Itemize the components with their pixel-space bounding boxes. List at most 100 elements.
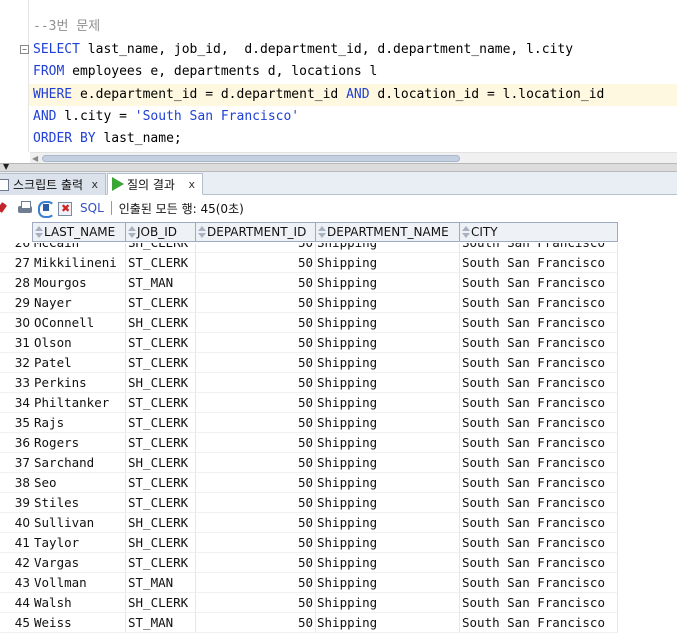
cell-job-id[interactable]: ST_CLERK xyxy=(126,253,196,273)
table-row[interactable]: 34 Philtanker ST_CLERK 50 Shipping South San … xyxy=(0,393,618,413)
cell-job-id[interactable]: ST_CLERK xyxy=(126,333,196,353)
cell-last-name[interactable]: Olson xyxy=(32,333,126,353)
cell-last-name[interactable]: Stiles xyxy=(32,493,126,513)
cell-last-name[interactable]: Philtanker xyxy=(32,393,126,413)
table-row[interactable]: 43 Vollman ST_MAN 50 Shipping South San Franc… xyxy=(0,573,618,593)
cell-department-id[interactable]: 50 xyxy=(196,573,316,593)
cell-job-id[interactable]: ST_CLERK xyxy=(126,353,196,373)
collapse-triangle-icon[interactable]: ▼ xyxy=(3,162,9,171)
cell-department-id[interactable]: 50 xyxy=(196,253,316,273)
cell-job-id[interactable]: SH_CLERK xyxy=(126,243,196,253)
cell-department-id[interactable]: 50 xyxy=(196,593,316,613)
table-row[interactable]: 42 Vargas ST_CLERK 50 Shipping South San Fran… xyxy=(0,553,618,573)
close-tab-icon[interactable]: x xyxy=(185,178,198,191)
cell-last-name[interactable]: Seo xyxy=(32,473,126,493)
cell-city[interactable]: South San Francisco xyxy=(460,313,618,333)
cell-city[interactable]: South San Francisco xyxy=(460,473,618,493)
cell-job-id[interactable]: SH_CLERK xyxy=(126,513,196,533)
table-row[interactable]: 28 Mourgos ST_MAN 50 Shipping South San Franc… xyxy=(0,273,618,293)
cell-department-name[interactable]: Shipping xyxy=(316,473,460,493)
cell-last-name[interactable]: Mikkilineni xyxy=(32,253,126,273)
cell-department-id[interactable]: 50 xyxy=(196,243,316,253)
code-line-and[interactable]: AND l.city = 'South San Francisco' xyxy=(33,106,299,128)
column-header-job-id[interactable]: JOB_ID xyxy=(126,222,196,242)
cell-department-id[interactable]: 50 xyxy=(196,413,316,433)
cell-city[interactable]: South San Francisco xyxy=(460,593,618,613)
cell-job-id[interactable]: ST_CLERK xyxy=(126,293,196,313)
cell-city[interactable]: South San Francisco xyxy=(460,353,618,373)
cell-job-id[interactable]: SH_CLERK xyxy=(126,533,196,553)
table-row[interactable]: 30 OConnell SH_CLERK 50 Shipping South San Fr… xyxy=(0,313,618,333)
tab-query-result[interactable]: 질의 결과 x xyxy=(107,173,203,195)
scroll-left-icon[interactable]: ◀ xyxy=(32,153,38,163)
cell-department-name[interactable]: Shipping xyxy=(316,513,460,533)
cell-last-name[interactable]: Patel xyxy=(32,353,126,373)
cell-department-id[interactable]: 50 xyxy=(196,513,316,533)
table-row[interactable]: 39 Stiles ST_CLERK 50 Shipping South San Fran… xyxy=(0,493,618,513)
cell-department-name[interactable]: Shipping xyxy=(316,353,460,373)
cell-department-name[interactable]: Shipping xyxy=(316,533,460,553)
cell-department-id[interactable]: 50 xyxy=(196,533,316,553)
cell-department-id[interactable]: 50 xyxy=(196,553,316,573)
table-row[interactable]: 29 Nayer ST_CLERK 50 Shipping South San Franc… xyxy=(0,293,618,313)
cell-last-name[interactable]: McCain xyxy=(32,243,126,253)
table-row[interactable]: 26McCainSH_CLERK50ShippingSouth San Fran… xyxy=(0,243,618,253)
cell-department-name[interactable]: Shipping xyxy=(316,493,460,513)
cell-department-name[interactable]: Shipping xyxy=(316,613,460,633)
cell-city[interactable]: South San Francisco xyxy=(460,413,618,433)
cell-city[interactable]: South San Francisco xyxy=(460,273,618,293)
cell-job-id[interactable]: ST_CLERK xyxy=(126,433,196,453)
table-row[interactable]: 31 Olson ST_CLERK 50 Shipping South San Franc… xyxy=(0,333,618,353)
cell-last-name[interactable]: Nayer xyxy=(32,293,126,313)
cell-department-name[interactable]: Shipping xyxy=(316,553,460,573)
result-grid[interactable]: LAST_NAME JOB_ID DEPARTMENT_ID DEPARTMEN… xyxy=(0,222,677,633)
table-row[interactable]: 36 Rogers ST_CLERK 50 Shipping South San Fran… xyxy=(0,433,618,453)
cell-last-name[interactable]: Taylor xyxy=(32,533,126,553)
cell-last-name[interactable]: Vargas xyxy=(32,553,126,573)
panel-splitter[interactable]: ▼ xyxy=(0,162,677,172)
delete-icon[interactable] xyxy=(57,200,73,216)
cell-department-id[interactable]: 50 xyxy=(196,473,316,493)
cell-department-name[interactable]: Shipping xyxy=(316,333,460,353)
cell-job-id[interactable]: ST_MAN xyxy=(126,273,196,293)
code-line-from[interactable]: FROM employees e, departments d, locatio… xyxy=(33,61,377,83)
cell-department-id[interactable]: 50 xyxy=(196,313,316,333)
cell-department-name[interactable]: Shipping xyxy=(316,293,460,313)
cell-department-id[interactable]: 50 xyxy=(196,373,316,393)
column-header-last-name[interactable]: LAST_NAME xyxy=(32,222,126,242)
cell-job-id[interactable]: ST_MAN xyxy=(126,573,196,593)
code-comment-line[interactable]: --3번 문제 xyxy=(33,16,100,38)
cell-department-name[interactable]: Shipping xyxy=(316,453,460,473)
cell-department-id[interactable]: 50 xyxy=(196,273,316,293)
cell-city[interactable]: South San Francisco xyxy=(460,453,618,473)
cell-job-id[interactable]: ST_CLERK xyxy=(126,553,196,573)
cell-last-name[interactable]: Weiss xyxy=(32,613,126,633)
code-line-order-by[interactable]: ORDER BY last_name; xyxy=(33,128,182,150)
cell-job-id[interactable]: SH_CLERK xyxy=(126,453,196,473)
cell-last-name[interactable]: Vollman xyxy=(32,573,126,593)
cell-job-id[interactable]: SH_CLERK xyxy=(126,593,196,613)
tab-script-output[interactable]: 스크립트 출력 x xyxy=(0,173,106,195)
cell-department-name[interactable]: Shipping xyxy=(316,393,460,413)
code-line-where[interactable]: WHERE e.department_id = d.department_id … xyxy=(29,84,677,106)
cell-department-name[interactable]: Shipping xyxy=(316,573,460,593)
close-tab-icon[interactable]: x xyxy=(88,178,101,191)
cell-city[interactable]: South San Francisco xyxy=(460,533,618,553)
cell-department-name[interactable]: Shipping xyxy=(316,243,460,253)
cell-city[interactable]: South San Francisco xyxy=(460,613,618,633)
cell-city[interactable]: South San Francisco xyxy=(460,333,618,353)
cell-department-id[interactable]: 50 xyxy=(196,493,316,513)
table-row[interactable]: 27 Mikkilineni ST_CLERK 50 Shipping South San… xyxy=(0,253,618,273)
cell-city[interactable]: South San Francisco xyxy=(460,293,618,313)
sort-icon[interactable] xyxy=(318,226,326,238)
cell-job-id[interactable]: ST_CLERK xyxy=(126,413,196,433)
cell-city[interactable]: South San Francisco xyxy=(460,513,618,533)
cell-city[interactable]: South San Francisco xyxy=(460,373,618,393)
cell-department-id[interactable]: 50 xyxy=(196,393,316,413)
sql-editor[interactable]: − --3번 문제 SELECT last_name, job_id, d.de… xyxy=(0,0,677,163)
cell-department-id[interactable]: 50 xyxy=(196,293,316,313)
refresh-icon[interactable] xyxy=(37,200,55,218)
column-header-department-name[interactable]: DEPARTMENT_NAME xyxy=(316,222,460,242)
cell-department-name[interactable]: Shipping xyxy=(316,373,460,393)
cell-city[interactable]: South San Francisco xyxy=(460,393,618,413)
